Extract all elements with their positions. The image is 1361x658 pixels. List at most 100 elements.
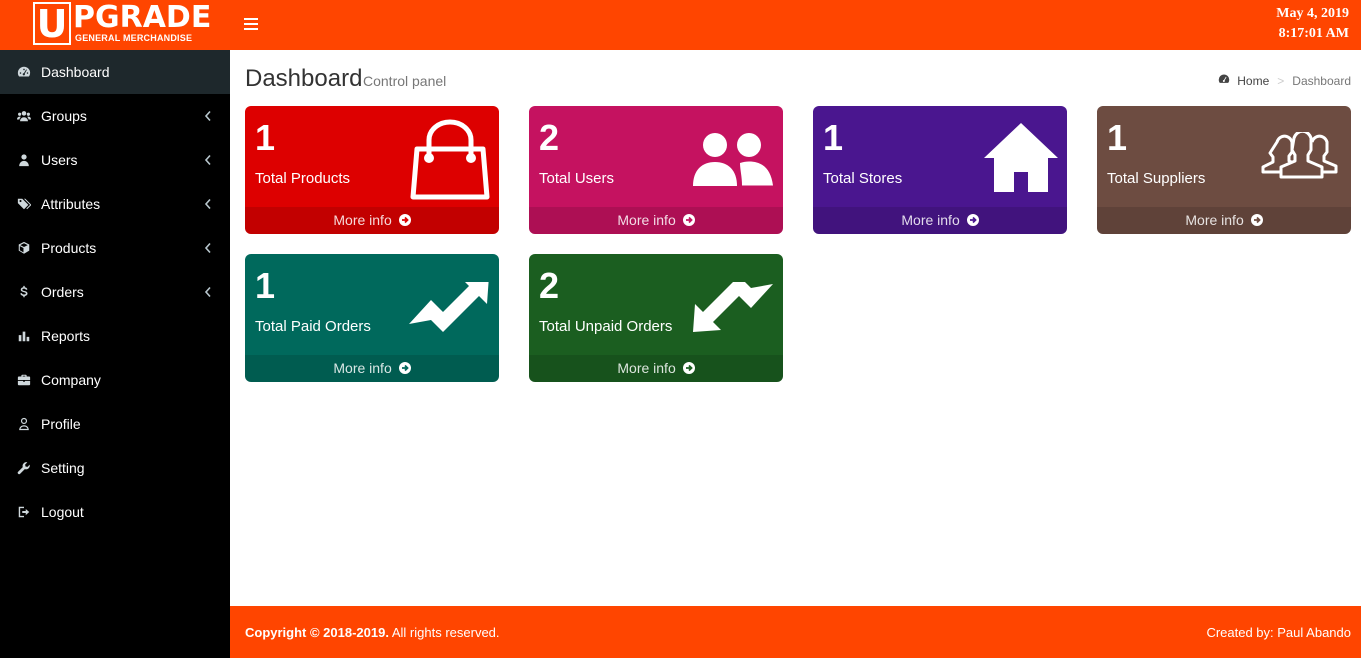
card-total-paid-orders: 1 Total Paid Orders More info: [245, 254, 499, 382]
current-time: 8:17:01 AM: [1278, 26, 1349, 41]
sidebar: Dashboard Groups Users Attributes Produc…: [0, 50, 230, 658]
logo-text: PGRADE: [73, 0, 212, 35]
more-info-link[interactable]: More info: [245, 207, 499, 234]
arrow-circle-right-icon: [966, 214, 979, 226]
sidebar-item-dashboard[interactable]: Dashboard: [0, 50, 230, 94]
breadcrumb-separator: >: [1277, 73, 1285, 88]
more-info-link[interactable]: More info: [245, 355, 499, 382]
sidebar-item-label: Profile: [41, 416, 81, 432]
card-count: 1: [255, 265, 276, 306]
chevron-left-icon: [204, 197, 212, 210]
sidebar-item-label: Products: [41, 240, 97, 256]
more-info-link[interactable]: More info: [1097, 207, 1351, 234]
card-label: Total Paid Orders: [255, 318, 371, 335]
breadcrumb-home-link[interactable]: Home: [1237, 74, 1269, 88]
sidebar-item-logout[interactable]: Logout: [0, 490, 230, 534]
more-info-label: More info: [333, 212, 392, 228]
hamburger-icon[interactable]: [244, 18, 258, 30]
sidebar-item-setting[interactable]: Setting: [0, 446, 230, 490]
sign-out-icon: [16, 504, 32, 520]
trend-up-icon: [409, 282, 489, 332]
sidebar-item-label: Groups: [41, 108, 87, 124]
page-title: Dashboard: [245, 65, 363, 92]
sidebar-item-label: Company: [41, 372, 101, 388]
more-info-label: More info: [1185, 212, 1244, 228]
users-group-icon: [16, 108, 32, 124]
chevron-left-icon: [204, 153, 212, 166]
card-total-users: 2 Total Users More info: [529, 106, 783, 234]
card-total-unpaid-orders: 2 Total Unpaid Orders More info: [529, 254, 783, 382]
card-total-suppliers: 1 Total Suppliers More info: [1097, 106, 1351, 234]
dollar-icon: [16, 284, 32, 300]
user-outline-icon: [16, 416, 32, 432]
card-label: Total Products: [255, 170, 351, 187]
card-label: Total Suppliers: [1107, 170, 1206, 187]
user-icon: [16, 152, 32, 168]
sidebar-item-profile[interactable]: Profile: [0, 402, 230, 446]
author-credit: Created by: Paul Abando: [1206, 625, 1351, 640]
card-count: 1: [255, 117, 276, 158]
arrow-circle-right-icon: [1250, 214, 1263, 226]
sidebar-item-attributes[interactable]: Attributes: [0, 182, 230, 226]
home-icon: [984, 123, 1058, 192]
sidebar-item-label: Logout: [41, 504, 84, 520]
card-count: 1: [823, 117, 844, 158]
card-count: 2: [539, 265, 560, 306]
app-logo[interactable]: U PGRADE GENERAL MERCHANDISE: [33, 0, 211, 46]
current-date: May 4, 2019: [1276, 6, 1349, 21]
copyright-years: Copyright © 2018-2019.: [245, 625, 389, 640]
sidebar-item-label: Dashboard: [41, 64, 110, 80]
logo-letter: U: [33, 2, 71, 45]
sidebar-item-label: Reports: [41, 328, 91, 344]
sidebar-item-orders[interactable]: Orders: [0, 270, 230, 314]
more-info-link[interactable]: More info: [529, 355, 783, 382]
sidebar-item-label: Users: [41, 152, 78, 168]
cube-icon: [16, 240, 32, 256]
card-label: Total Unpaid Orders: [539, 318, 673, 335]
dashboard-icon: [16, 64, 32, 80]
page-footer: Copyright © 2018-2019. All rights reserv…: [230, 606, 1361, 658]
sidebar-item-users[interactable]: Users: [0, 138, 230, 182]
dashboard-icon: [1218, 73, 1230, 88]
chevron-left-icon: [204, 285, 212, 298]
more-info-link[interactable]: More info: [813, 207, 1067, 234]
sidebar-item-label: Setting: [41, 460, 85, 476]
chevron-left-icon: [204, 109, 212, 122]
more-info-label: More info: [333, 360, 392, 376]
arrow-circle-right-icon: [398, 362, 411, 374]
more-info-label: More info: [617, 360, 676, 376]
card-label: Total Users: [539, 170, 615, 187]
breadcrumb: Home > Dashboard: [1218, 73, 1351, 88]
sidebar-item-groups[interactable]: Groups: [0, 94, 230, 138]
logo-subtitle: GENERAL MERCHANDISE: [75, 33, 193, 43]
arrow-circle-right-icon: [398, 214, 411, 226]
tags-icon: [16, 196, 32, 212]
sidebar-item-company[interactable]: Company: [0, 358, 230, 402]
sidebar-item-reports[interactable]: Reports: [0, 314, 230, 358]
suppliers-icon: [1261, 132, 1338, 179]
more-info-link[interactable]: More info: [529, 207, 783, 234]
main-content: Dashboard Control panel Home > Dashboard…: [230, 50, 1361, 606]
card-total-products: 1 Total Products More info: [245, 106, 499, 234]
top-navbar: U PGRADE GENERAL MERCHANDISE May 4, 2019…: [0, 0, 1361, 50]
card-count: 1: [1107, 117, 1128, 158]
more-info-label: More info: [617, 212, 676, 228]
card-label: Total Stores: [823, 170, 903, 187]
sidebar-item-label: Attributes: [41, 196, 101, 212]
card-count: 2: [539, 117, 560, 158]
arrow-circle-right-icon: [682, 362, 695, 374]
briefcase-icon: [16, 372, 32, 388]
wrench-icon: [16, 460, 32, 476]
shopping-bag-icon: [410, 119, 490, 200]
sidebar-item-products[interactable]: Products: [0, 226, 230, 270]
bar-chart-icon: [16, 328, 32, 344]
card-total-stores: 1 Total Stores More info: [813, 106, 1067, 234]
page-subtitle: Control panel: [363, 73, 447, 89]
breadcrumb-current: Dashboard: [1292, 73, 1351, 88]
users-icon: [693, 133, 773, 186]
clock: May 4, 2019 8:17:01 AM: [1276, 4, 1349, 44]
trend-down-icon: [693, 282, 773, 332]
more-info-label: More info: [901, 212, 960, 228]
copyright: Copyright © 2018-2019. All rights reserv…: [245, 625, 500, 640]
arrow-circle-right-icon: [682, 214, 695, 226]
